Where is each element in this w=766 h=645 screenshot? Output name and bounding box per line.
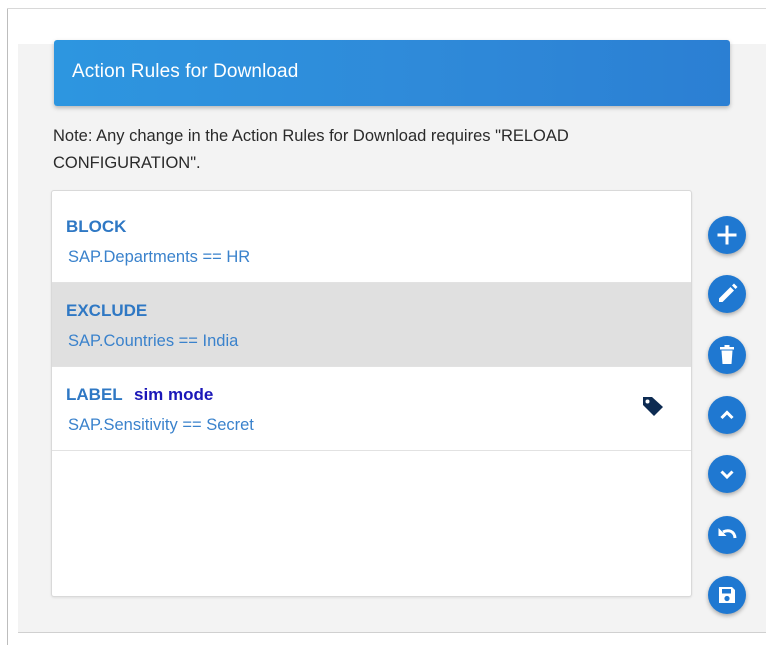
edit-rule-button[interactable] [708, 275, 746, 313]
panel-title: Action Rules for Download [72, 61, 299, 82]
rule-row-block[interactable]: BLOCK SAP.Departments == HR [52, 199, 691, 283]
rule-condition: SAP.Sensitivity == Secret [68, 416, 254, 434]
tag-icon [643, 397, 663, 416]
reload-note: Note: Any change in the Action Rules for… [53, 127, 569, 172]
rule-action: LABEL [66, 385, 123, 404]
save-icon [719, 587, 735, 603]
rule-row-exclude[interactable]: EXCLUDE SAP.Countries == India [52, 283, 691, 367]
delete-rule-button[interactable] [708, 336, 746, 374]
rule-row-label[interactable]: LABEL sim mode SAP.Sensitivity == Secret [52, 367, 691, 451]
chevron-up-icon [720, 410, 734, 420]
rule-condition: SAP.Countries == India [68, 332, 239, 350]
chevron-down-icon [720, 470, 734, 480]
add-rule-button[interactable] [708, 216, 746, 254]
undo-button[interactable] [708, 516, 746, 554]
sim-mode-badge: sim mode [134, 385, 214, 404]
plus-icon [717, 225, 737, 245]
rule-condition: SAP.Departments == HR [68, 248, 251, 266]
move-down-button[interactable] [708, 455, 746, 493]
save-button[interactable] [708, 576, 746, 614]
rules-list[interactable]: BLOCK SAP.Departments == HR EXCLUDE SAP.… [51, 190, 692, 597]
move-up-button[interactable] [708, 396, 746, 434]
undo-icon [718, 528, 737, 539]
rule-action: BLOCK [66, 217, 127, 236]
rule-action: EXCLUDE [66, 301, 148, 320]
panel-header: Action Rules for Download [54, 40, 730, 106]
window-edge [0, 0, 8, 645]
pencil-icon [719, 283, 738, 302]
trash-icon [720, 345, 734, 364]
window-top-bar [7, 0, 766, 9]
